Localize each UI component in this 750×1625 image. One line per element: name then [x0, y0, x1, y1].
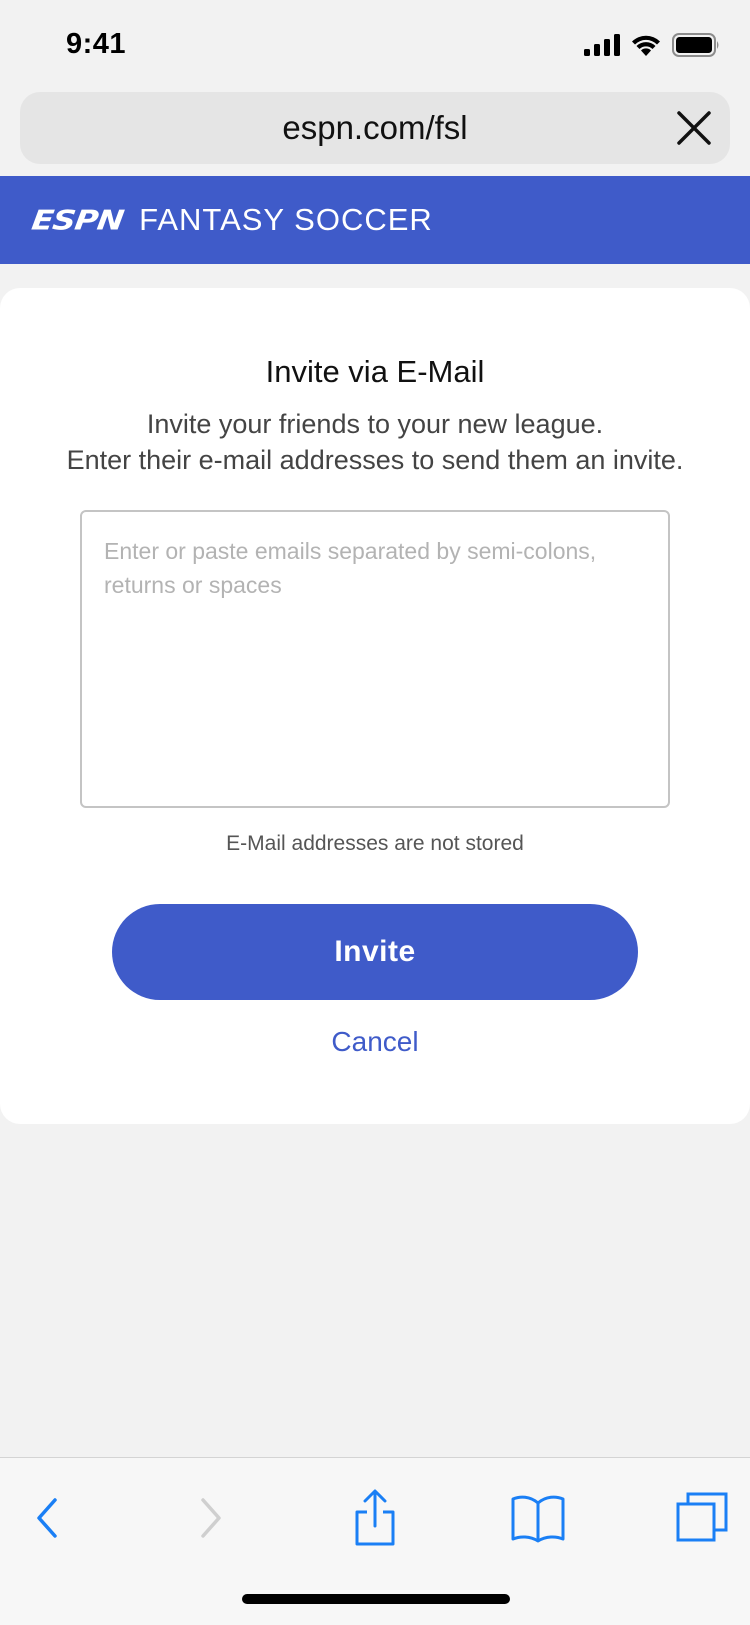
- tabs-icon[interactable]: [672, 1488, 732, 1548]
- helper-note: E-Mail addresses are not stored: [226, 832, 524, 855]
- home-indicator: [242, 1594, 510, 1604]
- share-icon[interactable]: [345, 1488, 405, 1548]
- wifi-icon: [630, 33, 662, 62]
- status-icons: [584, 33, 720, 62]
- back-icon[interactable]: [18, 1488, 78, 1548]
- espn-logo[interactable]: ESPN: [30, 204, 126, 236]
- status-time: 9:41: [66, 28, 127, 60]
- url-bar[interactable]: espn.com/fsl: [20, 92, 730, 164]
- site-header: ESPN FANTASY SOCCER: [0, 176, 750, 264]
- invite-card: Invite via E-Mail Invite your friends to…: [0, 288, 750, 1124]
- email-input[interactable]: [80, 510, 670, 808]
- description-line-1: Invite your friends to your new league.: [146, 409, 604, 439]
- header-title: FANTASY SOCCER: [139, 202, 433, 237]
- bookmarks-icon[interactable]: [508, 1488, 568, 1548]
- card-title: Invite via E-Mail: [265, 354, 485, 389]
- cancel-link[interactable]: Cancel: [0, 1026, 750, 1058]
- close-icon[interactable]: [672, 106, 716, 150]
- forward-icon[interactable]: [180, 1488, 240, 1548]
- cellular-signal-icon: [584, 34, 620, 61]
- invite-button[interactable]: Invite: [112, 904, 638, 1000]
- url-text[interactable]: espn.com/fsl: [20, 92, 730, 164]
- card-description: Invite your friends to your new league. …: [0, 406, 750, 478]
- battery-icon: [672, 33, 720, 62]
- description-line-2: Enter their e-mail addresses to send the…: [66, 445, 684, 475]
- status-bar: 9:41: [0, 0, 750, 88]
